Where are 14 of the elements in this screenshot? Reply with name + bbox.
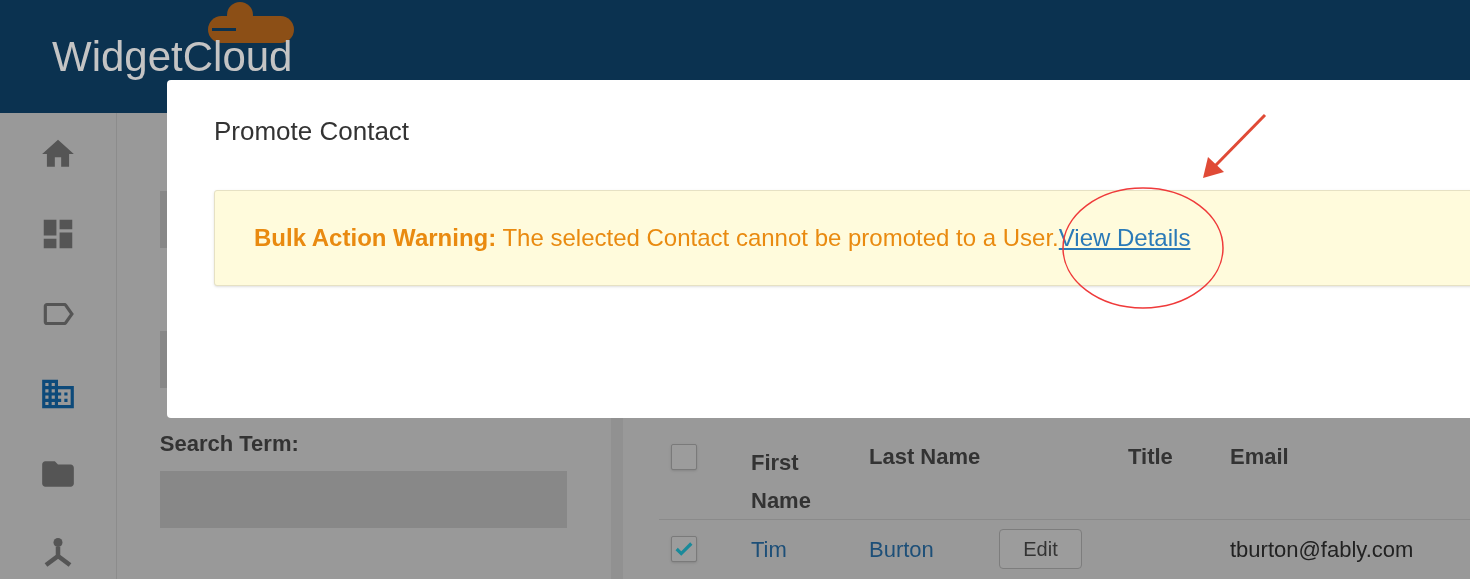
column-header: Title <box>1128 444 1174 470</box>
modal-title: Promote Contact <box>214 115 410 148</box>
column-header: Last Name <box>869 444 982 470</box>
select-all-checkbox[interactable] <box>671 444 697 470</box>
column-header: First Name <box>751 449 812 515</box>
table-cell[interactable]: Burton <box>869 532 999 566</box>
table-cell[interactable]: Tim <box>751 532 869 566</box>
table-cell-text: tburton@fably.com <box>1230 535 1414 564</box>
field-label: Search Term: <box>159 431 300 457</box>
logo-text: WidgetCloud <box>52 34 293 80</box>
edit-button[interactable]: Edit <box>999 529 1082 569</box>
row-checkbox[interactable] <box>671 536 697 562</box>
column-header: Email <box>1230 444 1290 470</box>
pointer-arrow <box>1203 113 1267 178</box>
